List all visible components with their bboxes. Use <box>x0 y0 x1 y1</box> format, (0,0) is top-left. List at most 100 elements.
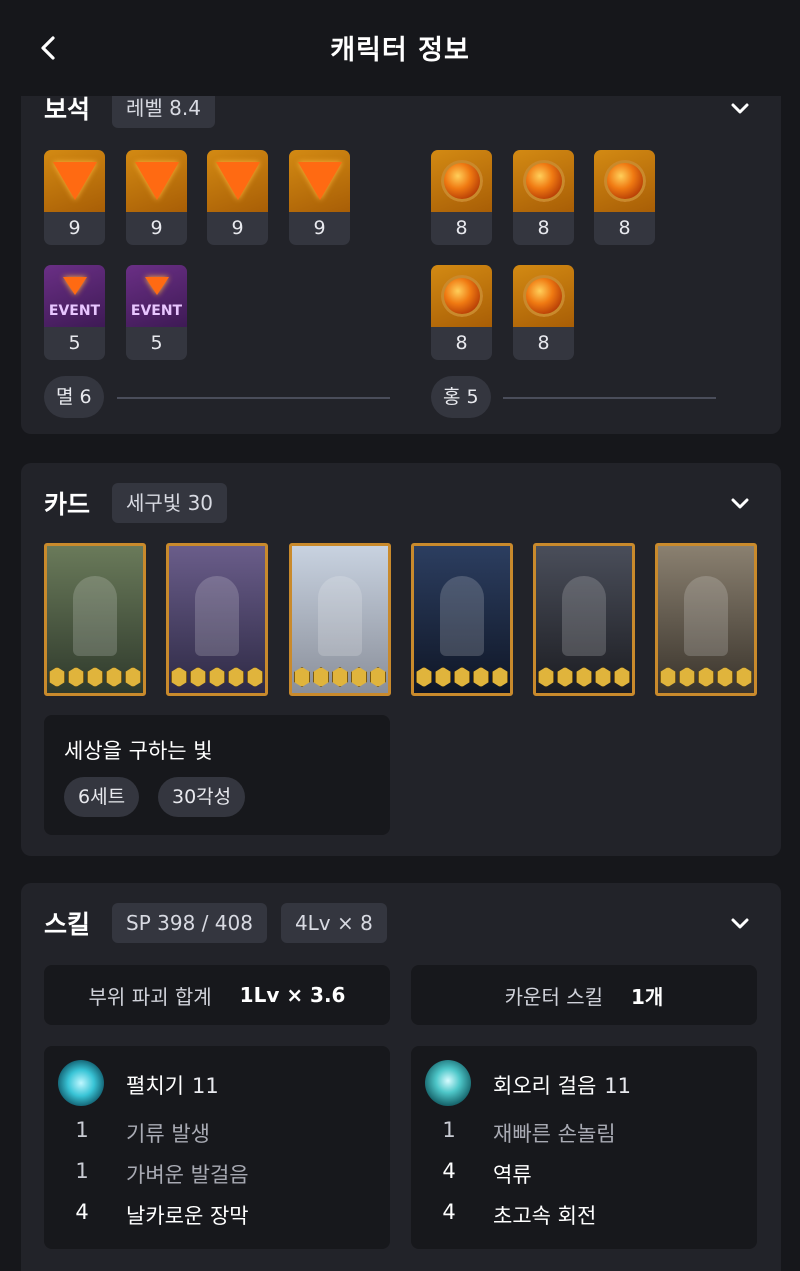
gem-slot[interactable]: 9 <box>44 150 105 245</box>
card-item[interactable] <box>166 543 268 696</box>
card-item[interactable] <box>411 543 513 696</box>
gem-level: 8 <box>455 217 468 239</box>
tripod-row: 1 가벼운 발걸음 <box>44 1159 390 1193</box>
card-item[interactable] <box>655 543 757 696</box>
tripod-name: 초고속 회전 <box>493 1204 597 1228</box>
awakening-gem-icon <box>228 667 244 687</box>
tripod-name: 날카로운 장막 <box>126 1204 249 1228</box>
event-gem-icon: EVENT <box>44 265 105 327</box>
gem-level: 9 <box>231 217 244 239</box>
annihilation-gem-icon <box>207 150 268 212</box>
card-set-name: 세상을 구하는 빛 <box>64 739 213 763</box>
skill-level: 11 <box>604 1074 632 1098</box>
gem-slot[interactable]: 8 <box>431 150 492 245</box>
chevron-down-icon <box>731 103 749 114</box>
skill-card[interactable]: 회오리 걸음 11 1 재빠른 손놀림 4 역류 4 초고속 회전 <box>411 1046 757 1249</box>
gem-level: 9 <box>150 217 163 239</box>
card-set-box: 세상을 구하는 빛 6세트 30각성 <box>44 715 390 835</box>
tripod-level: 4 <box>442 1159 456 1183</box>
gem-level: 8 <box>455 332 468 354</box>
skill-icon <box>58 1060 104 1106</box>
tripod-name: 역류 <box>493 1163 532 1187</box>
annihilation-gem-icon <box>289 150 350 212</box>
awakening-gem-icon <box>435 667 451 687</box>
skill-icon <box>425 1060 471 1106</box>
awakening-stars <box>536 667 632 687</box>
page-title: 캐릭터 정보 <box>330 35 470 66</box>
awakening-gem-icon <box>370 667 386 687</box>
awakening-stars <box>47 667 143 687</box>
tripod-row: 4 초고속 회전 <box>411 1200 757 1234</box>
part-destruction-summary: 부위 파괴 합계 1Lv × 3.6 <box>44 965 390 1025</box>
awakening-gem-icon <box>679 667 695 687</box>
card-set-pill: 세구빛 30 <box>112 483 228 523</box>
awakening-stars <box>292 667 388 687</box>
tripod-name: 가벼운 발걸음 <box>126 1163 249 1187</box>
sp-pill: SP 398 / 408 <box>112 903 267 943</box>
card-portrait <box>195 576 239 656</box>
part-destruction-value: 1Lv × 3.6 <box>239 983 346 1007</box>
awakening-gem-icon <box>717 667 733 687</box>
divider <box>503 397 716 399</box>
skills-collapse-button[interactable] <box>727 911 753 937</box>
awakening-gem-icon <box>332 667 348 687</box>
gem-slot[interactable]: 8 <box>513 265 574 360</box>
gems-collapse-button[interactable] <box>727 96 753 122</box>
awakening-gem-icon <box>660 667 676 687</box>
annihilation-set-pill: 멸 6 <box>44 376 104 418</box>
counter-skill-summary: 카운터 스킬 1개 <box>411 965 757 1025</box>
card-item[interactable] <box>44 543 146 696</box>
crimson-gem-icon <box>513 150 574 212</box>
awakening-gem-icon <box>351 667 367 687</box>
chevron-down-icon <box>731 498 749 509</box>
gem-slot[interactable]: 8 <box>513 150 574 245</box>
card-portrait <box>684 576 728 656</box>
awakening-gem-icon <box>49 667 65 687</box>
awakening-gem-icon <box>87 667 103 687</box>
gem-slot[interactable]: 9 <box>289 150 350 245</box>
counter-skill-value: 1개 <box>631 984 664 1009</box>
awakening-chip: 30각성 <box>158 777 246 817</box>
card-portrait <box>73 576 117 656</box>
tripod-row: 1 재빠른 손놀림 <box>411 1118 757 1152</box>
awakening-gem-icon <box>171 667 187 687</box>
crimson-set-pill: 홍 5 <box>431 376 491 418</box>
card-item[interactable] <box>289 543 391 696</box>
set-count-chip: 6세트 <box>64 777 140 817</box>
gems-section: 보석 레벨 8.4 9 9 9 9 EVENT 5 EVENT 5 8 8 8 8 … <box>21 72 781 434</box>
gem-level: 8 <box>618 217 631 239</box>
gem-slot[interactable]: 9 <box>126 150 187 245</box>
awakening-gem-icon <box>454 667 470 687</box>
tripod-row: 4 역류 <box>411 1159 757 1193</box>
awakening-gem-icon <box>106 667 122 687</box>
skills-section: 스킬 SP 398 / 408 4Lv × 8 부위 파괴 합계 1Lv × 3… <box>21 883 781 1271</box>
awakening-gem-icon <box>492 667 508 687</box>
tripod-row: 4 날카로운 장막 <box>44 1200 390 1234</box>
event-label: EVENT <box>48 303 101 319</box>
gem-level: 8 <box>537 332 550 354</box>
skill-card[interactable]: 펼치기 11 1 기류 발생 1 가벼운 발걸음 4 날카로운 장막 <box>44 1046 390 1249</box>
annihilation-gem-icon <box>44 150 105 212</box>
annihilation-gem-icon <box>126 150 187 212</box>
top-bar: 캐릭터 정보 <box>0 0 800 96</box>
cards-collapse-button[interactable] <box>727 491 753 517</box>
part-destruction-label: 부위 파괴 합계 <box>88 984 212 1009</box>
skill-name-text: 회오리 걸음 <box>493 1074 597 1098</box>
gem-slot[interactable]: 8 <box>431 265 492 360</box>
counter-skill-label: 카운터 스킬 <box>504 984 604 1009</box>
tripod-row: 1 기류 발생 <box>44 1118 390 1152</box>
tripod-name: 재빠른 손놀림 <box>493 1122 616 1146</box>
gem-level: 5 <box>68 332 81 354</box>
card-item[interactable] <box>533 543 635 696</box>
gem-slot[interactable]: 8 <box>594 150 655 245</box>
awakening-gem-icon <box>595 667 611 687</box>
cards-header: 카드 세구빛 30 <box>44 483 241 523</box>
chevron-down-icon <box>731 918 749 929</box>
skill-name: 회오리 걸음 11 <box>493 1070 631 1100</box>
gem-slot[interactable]: 9 <box>207 150 268 245</box>
gem-slot[interactable]: EVENT 5 <box>44 265 105 360</box>
gem-slot[interactable]: EVENT 5 <box>126 265 187 360</box>
awakening-gem-icon <box>313 667 329 687</box>
tripod-name: 기류 발생 <box>126 1122 210 1146</box>
awakening-stars <box>169 667 265 687</box>
